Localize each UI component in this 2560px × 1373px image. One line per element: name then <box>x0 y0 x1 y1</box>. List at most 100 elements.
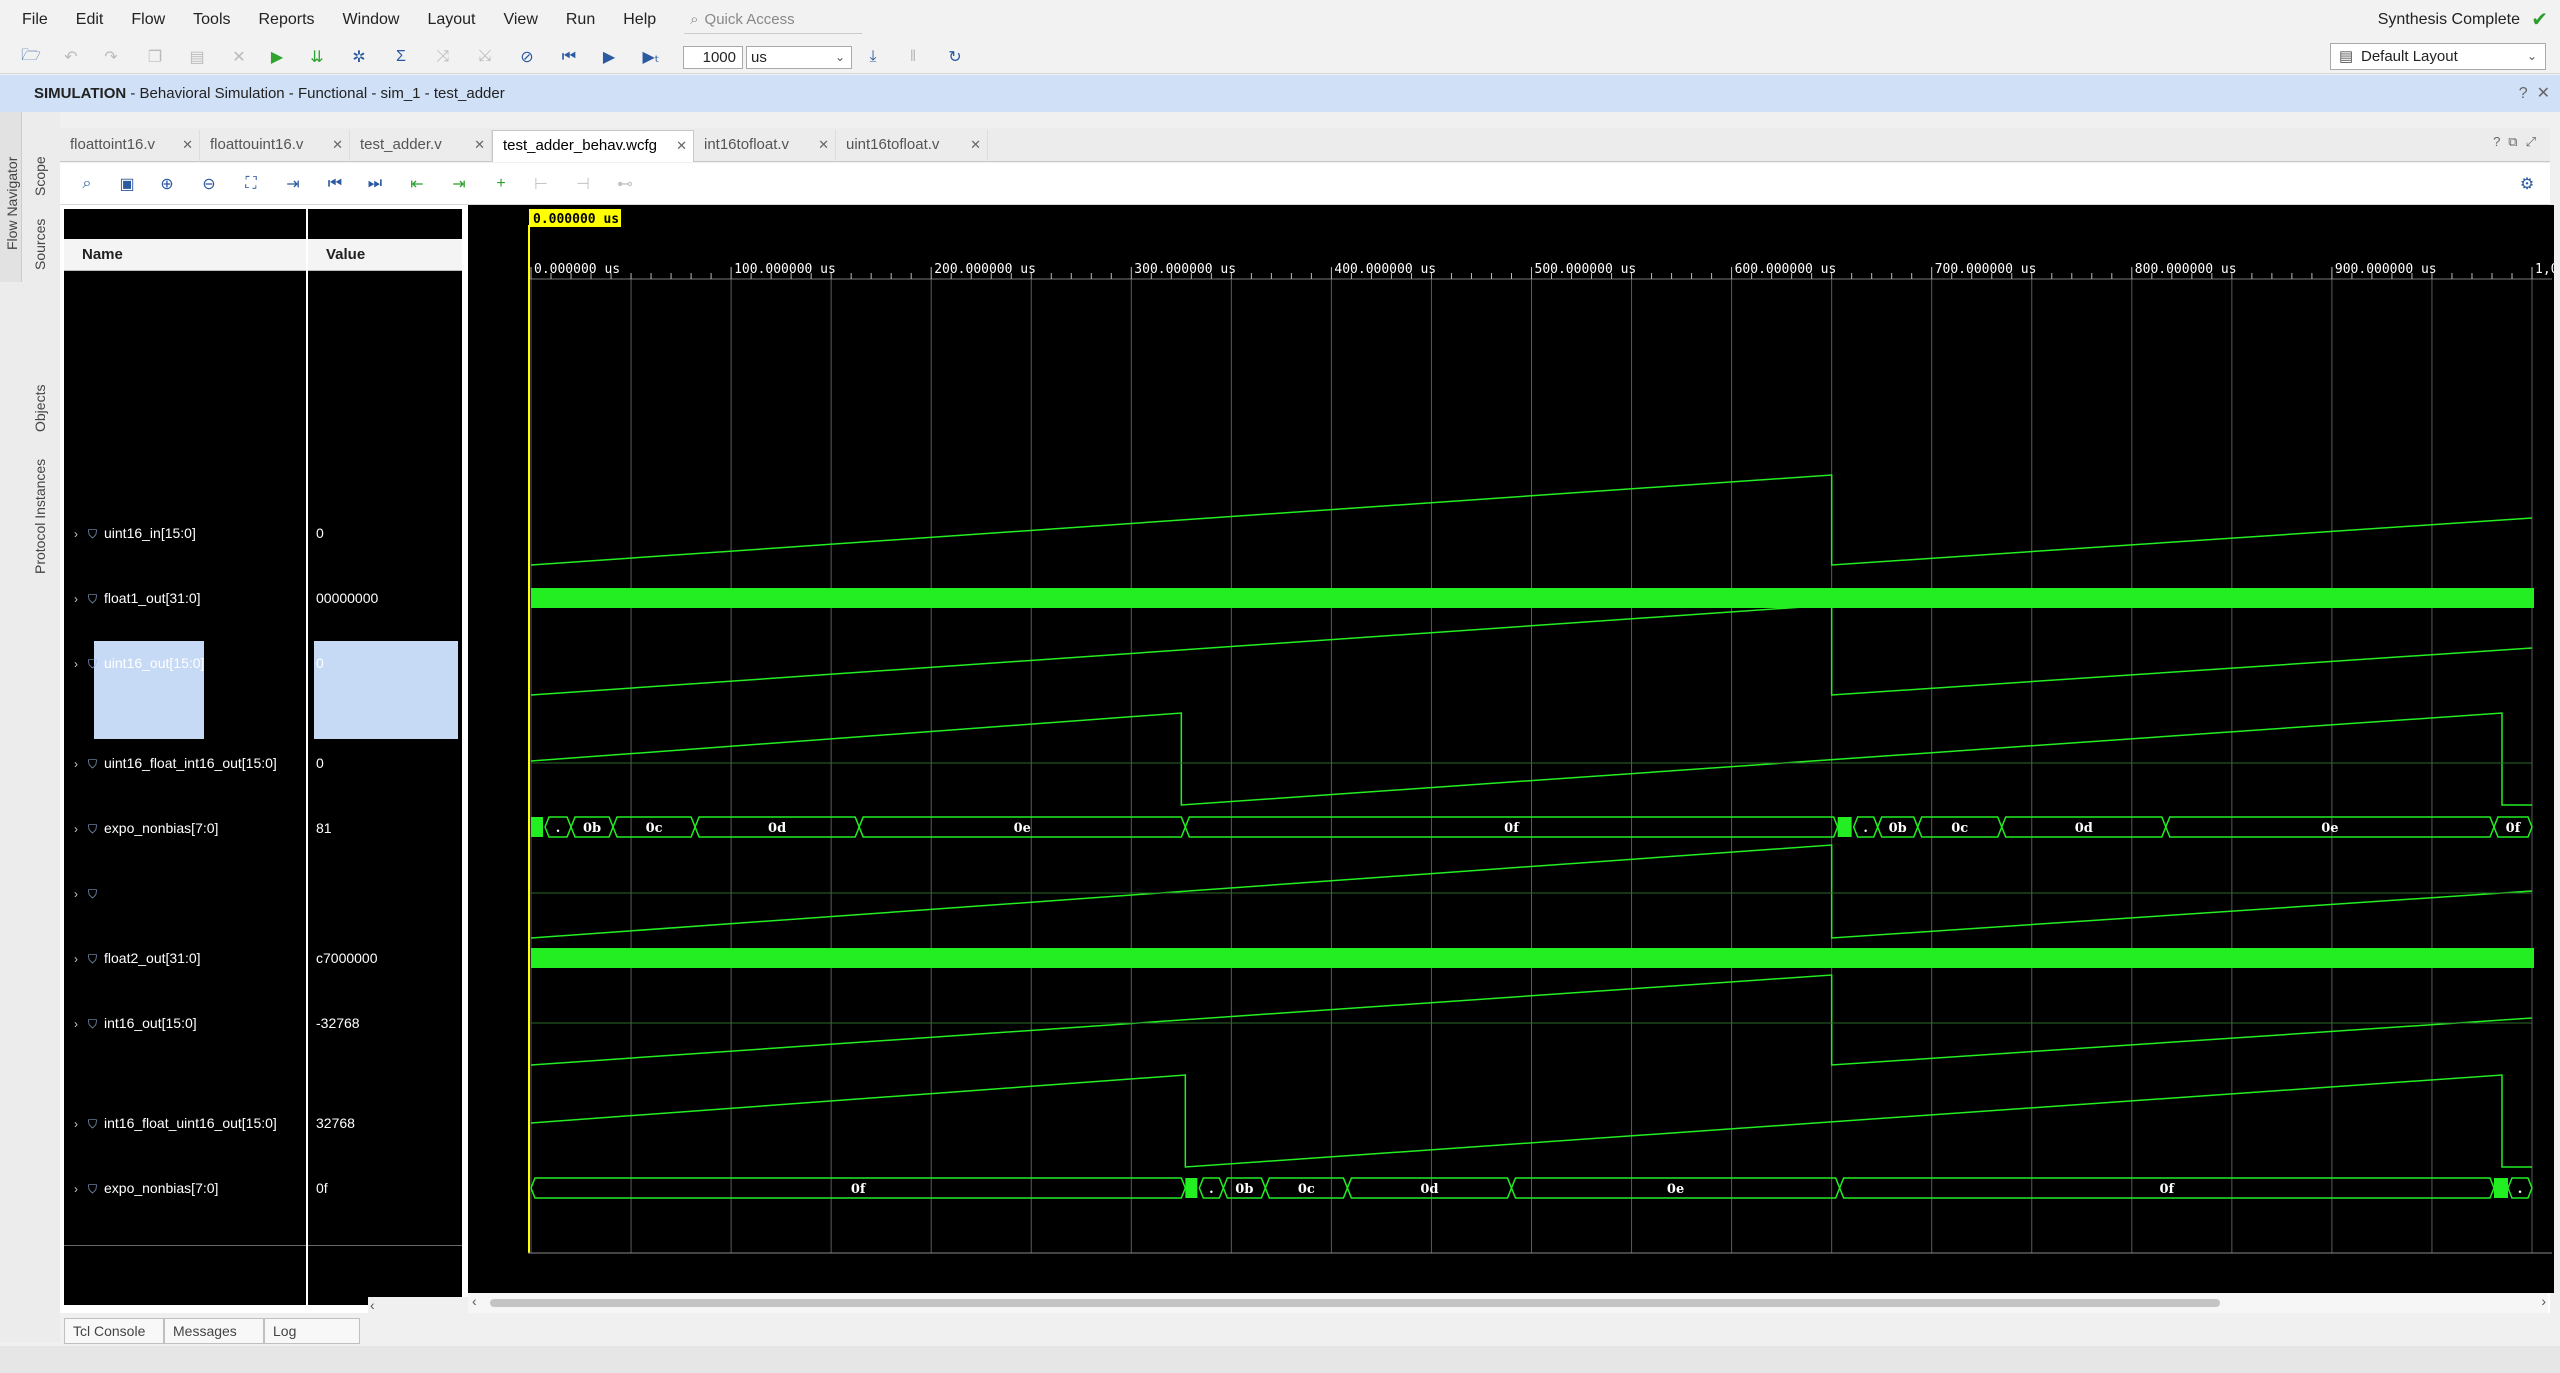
probe-icon[interactable]: ⤩ <box>474 46 496 68</box>
help-icon[interactable]: ? <box>2519 85 2528 102</box>
signal-value[interactable]: 0 <box>308 651 324 675</box>
run-for-icon[interactable]: ▶ₜ <box>640 46 662 68</box>
go-to-end-icon[interactable]: ⏭ <box>364 173 386 195</box>
quick-access-search[interactable]: ⌕ Quick Access <box>684 6 863 34</box>
go-to-cursor-icon[interactable]: ⇥ <box>282 173 304 195</box>
chevron-right-icon[interactable]: › <box>74 587 88 611</box>
gear-icon[interactable]: ⚙ <box>2516 173 2538 195</box>
chevron-right-icon[interactable]: › <box>74 882 88 906</box>
close-icon[interactable]: ✕ <box>676 131 687 161</box>
tab-int16tofloat[interactable]: int16tofloat.v ✕ <box>694 130 836 162</box>
menu-tools[interactable]: Tools <box>179 0 244 40</box>
tab-tcl-console[interactable]: Tcl Console <box>64 1318 164 1344</box>
disable-icon[interactable]: ⊘ <box>516 46 538 68</box>
chevron-right-icon[interactable]: › <box>74 652 88 676</box>
signal-row-name[interactable]: › ⛉ int16_out[15:0] <box>64 1011 197 1035</box>
tab-uint16tofloat[interactable]: uint16tofloat.v ✕ <box>836 130 988 162</box>
flow-navigator-tab[interactable]: Flow Navigator <box>4 157 20 250</box>
objects-tab[interactable]: Objects <box>32 385 48 432</box>
close-icon[interactable]: ✕ <box>2537 85 2550 102</box>
value-header[interactable]: Value <box>308 239 462 271</box>
program-device-icon[interactable]: ⇊ <box>306 46 328 68</box>
menu-window[interactable]: Window <box>329 0 414 40</box>
float-icon[interactable]: ⧉ <box>2508 134 2525 149</box>
menu-help[interactable]: Help <box>609 0 670 40</box>
waveform-canvas[interactable]: 0.000000 us 100.000000 us 200.000000 us 300… <box>468 205 2554 1293</box>
signal-row-name[interactable]: › ⛉ int16_in[15:0] <box>64 881 188 905</box>
debug-icon[interactable]: ⤨ <box>432 46 454 68</box>
settings-icon[interactable]: ✲ <box>348 46 370 68</box>
sources-tab[interactable]: Sources <box>32 219 48 270</box>
menu-layout[interactable]: Layout <box>413 0 489 40</box>
go-to-start-icon[interactable]: ⏮ <box>324 173 346 195</box>
open-project-icon[interactable]: 🗁 <box>20 46 42 68</box>
delete-icon[interactable]: ✕ <box>228 46 250 68</box>
tab-floattoint16[interactable]: floattoint16.v ✕ <box>60 130 200 162</box>
close-icon[interactable]: ✕ <box>332 130 343 160</box>
time-unit-select[interactable]: us ⌄ <box>746 46 852 69</box>
break-icon[interactable]: ‖ <box>902 46 924 68</box>
protocol-instances-tab[interactable]: Protocol Instances <box>32 459 48 574</box>
layout-select[interactable]: ▤ Default Layout ⌄ <box>2330 43 2546 70</box>
add-marker-icon[interactable]: + <box>490 173 512 195</box>
menu-edit[interactable]: Edit <box>62 0 118 40</box>
signal-value[interactable]: c7000000 <box>308 946 378 970</box>
next-transition-icon[interactable]: ⇥ <box>448 173 470 195</box>
signal-row-name[interactable]: › ⛉ expo_nonbias[7:0] <box>64 1176 218 1200</box>
close-icon[interactable]: ✕ <box>970 130 981 160</box>
scroll-left-icon[interactable]: ‹ <box>472 1293 477 1309</box>
run-time-input[interactable]: 1000 <box>683 46 743 69</box>
signal-row-name[interactable]: › ⛉ uint16_in[15:0] <box>64 521 196 545</box>
signal-row-name[interactable]: › ⛉ expo_nonbias[7:0] <box>64 816 218 840</box>
chevron-right-icon[interactable]: › <box>74 947 88 971</box>
signal-value[interactable]: 81 <box>308 816 332 840</box>
signal-value[interactable]: 0 <box>308 521 324 545</box>
menu-run[interactable]: Run <box>552 0 609 40</box>
undo-icon[interactable]: ↶ <box>60 46 82 68</box>
close-icon[interactable]: ✕ <box>182 130 193 160</box>
signal-value[interactable]: -32768 <box>308 1011 360 1035</box>
tab-floattouint16[interactable]: floattouint16.v ✕ <box>200 130 350 162</box>
next-marker-icon[interactable]: ⊣ <box>572 173 594 195</box>
redo-icon[interactable]: ↷ <box>100 46 122 68</box>
run-all-icon[interactable]: ▶ <box>598 46 620 68</box>
menu-view[interactable]: View <box>489 0 551 40</box>
scrollbar-thumb[interactable] <box>490 1299 2220 1307</box>
menu-file[interactable]: File <box>0 0 62 40</box>
sigma-icon[interactable]: Σ <box>390 46 412 68</box>
chevron-right-icon[interactable]: › <box>74 522 88 546</box>
zoom-in-icon[interactable]: ⊕ <box>156 173 178 195</box>
save-icon[interactable]: ▣ <box>116 173 138 195</box>
swap-cursors-icon[interactable]: ⊷ <box>614 173 636 195</box>
tab-test-adder-behav-wcfg[interactable]: test_adder_behav.wcfg ✕ <box>492 130 694 162</box>
waveform-scrollbar[interactable]: ‹ › <box>468 1293 2548 1313</box>
zoom-out-icon[interactable]: ⊖ <box>198 173 220 195</box>
name-header[interactable]: Name <box>64 239 306 271</box>
previous-transition-icon[interactable]: ⇤ <box>406 173 428 195</box>
previous-marker-icon[interactable]: ⊢ <box>530 173 552 195</box>
signal-row-name[interactable]: › ⛉ float2_out[31:0] <box>64 946 201 970</box>
step-icon[interactable]: ⤓ <box>862 46 884 68</box>
tab-messages[interactable]: Messages <box>164 1318 264 1344</box>
menu-reports[interactable]: Reports <box>245 0 329 40</box>
scope-tab[interactable]: Scope <box>32 156 48 196</box>
chevron-right-icon[interactable]: › <box>74 1112 88 1136</box>
maximize-icon[interactable]: ⤢ <box>2526 134 2544 149</box>
restart-icon[interactable]: ⏮ <box>558 46 580 68</box>
relaunch-icon[interactable]: ↻ <box>944 46 966 68</box>
chevron-right-icon[interactable]: › <box>74 752 88 776</box>
chevron-right-icon[interactable]: › <box>74 1177 88 1201</box>
copy-icon[interactable]: ❐ <box>144 46 166 68</box>
scroll-right-icon[interactable]: › <box>2541 1293 2546 1309</box>
close-icon[interactable]: ✕ <box>474 130 485 160</box>
chevron-right-icon[interactable]: › <box>74 817 88 841</box>
signal-row-name[interactable]: › ⛉ uint16_out[15:0] <box>64 651 204 675</box>
paste-icon[interactable]: ▤ <box>186 46 208 68</box>
signal-value[interactable]: 0f <box>308 1176 328 1200</box>
zoom-fit-icon[interactable]: ⛶ <box>240 173 262 195</box>
signal-value[interactable]: 0 <box>308 751 324 775</box>
tab-test-adder[interactable]: test_adder.v ✕ <box>350 130 492 162</box>
signal-row-name[interactable]: › ⛉ float1_out[31:0] <box>64 586 201 610</box>
menu-flow[interactable]: Flow <box>117 0 179 40</box>
tab-log[interactable]: Log <box>264 1318 360 1344</box>
